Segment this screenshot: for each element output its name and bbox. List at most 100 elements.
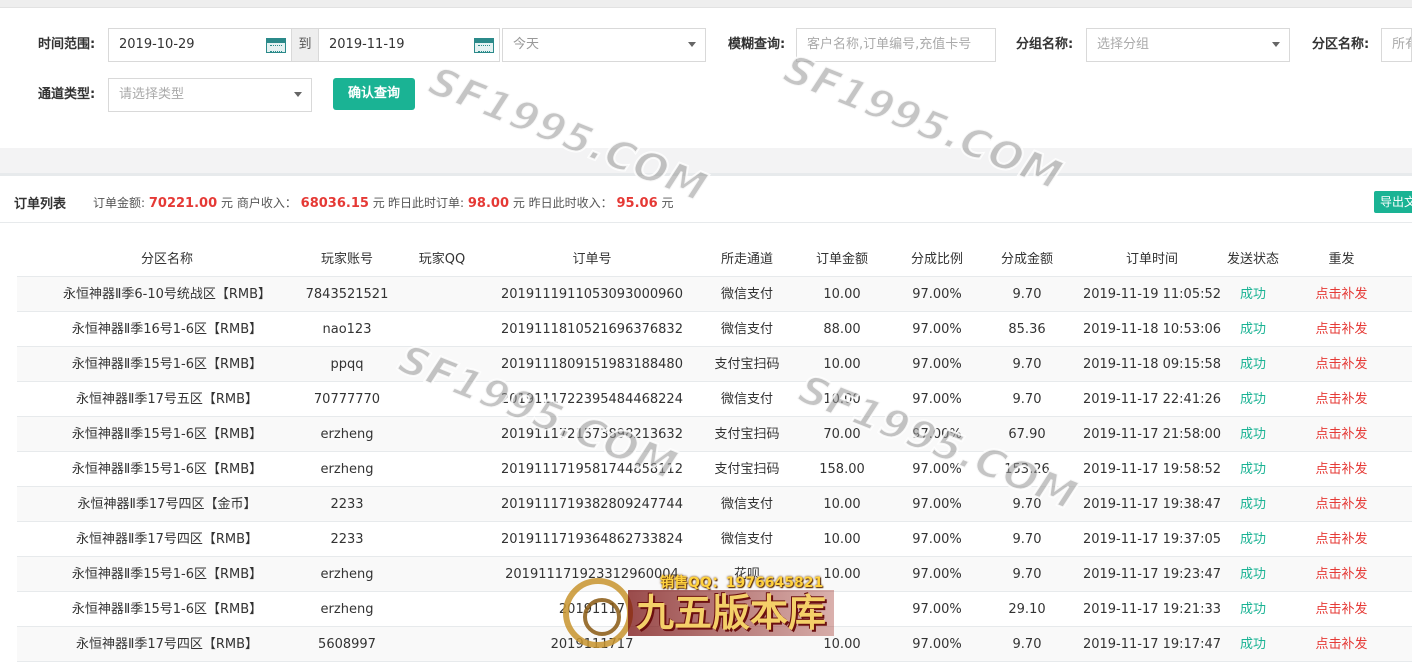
export-button[interactable]: 导出文: [1374, 191, 1412, 213]
zone-select[interactable]: 所有: [1381, 28, 1412, 62]
group-placeholder: 选择分组: [1097, 37, 1150, 52]
col-header-qq[interactable]: 玩家QQ: [397, 242, 487, 277]
cell-qq: [397, 417, 487, 452]
cell-status: 成功: [1239, 567, 1266, 582]
unit-label: 元: [512, 196, 525, 210]
col-header-zone[interactable]: 分区名称: [17, 242, 317, 277]
col-header-channel[interactable]: 所走通道: [697, 242, 797, 277]
cell-qq: [397, 452, 487, 487]
cell-order-no: 2019111722395484468224: [501, 392, 683, 407]
cell-status: 成功: [1239, 532, 1266, 547]
date-preset-value: 今天: [513, 37, 540, 52]
merchant-income-label: 商户收入：: [236, 196, 297, 210]
order-amount-value: 70221.00: [148, 196, 218, 211]
cell-zone: 永恒神器Ⅱ季17号四区【RMB】: [75, 532, 259, 547]
cell-time: 2019-11-17 19:17:47: [1082, 637, 1222, 652]
calendar-icon[interactable]: [266, 38, 286, 53]
fuzzy-search-label: 模糊查询:: [728, 37, 786, 52]
filter-panel: 时间范围: 2019-10-29 到 2019-11-19 今天 模糊查询: 客…: [0, 8, 1412, 148]
cell-account: 2233: [330, 497, 364, 512]
yesterday-summary: 昨日此时订单: 98.00 元 昨日此时收入： 95.06 元: [388, 194, 673, 211]
yesterday-orders-label: 昨日此时订单:: [388, 196, 465, 210]
col-header-time[interactable]: 订单时间: [1067, 242, 1237, 277]
table-row: 永恒神器Ⅱ季17号四区【金币】 2233 201911171938280924774…: [17, 487, 1412, 522]
cell-resend[interactable]: 点击补发: [1289, 382, 1394, 417]
unit-label: 元: [661, 196, 674, 210]
date-end-input[interactable]: 2019-11-19: [318, 28, 500, 62]
col-header-ratio[interactable]: 分成比例: [887, 242, 987, 277]
cell-amount: 10.00: [823, 287, 861, 302]
confirm-query-button[interactable]: 确认查询: [333, 78, 415, 110]
cell-amount: 70.00: [823, 427, 861, 442]
cell-share: 67.90: [1008, 427, 1046, 442]
cell-ratio: 97.00%: [912, 427, 962, 442]
cell-resend[interactable]: 点击补发: [1289, 592, 1394, 627]
cell-resend[interactable]: 点击补发: [1289, 627, 1394, 662]
cell-order-no: 2019111911053093000960: [501, 287, 683, 302]
col-header-resend[interactable]: 重发: [1289, 242, 1394, 277]
yesterday-orders-value: 98.00: [467, 196, 509, 211]
cell-ratio: 97.00%: [912, 567, 962, 582]
cell-zone: 永恒神器Ⅱ季15号1-6区【RMB】: [71, 357, 263, 372]
cell-time: 2019-11-17 21:58:00: [1082, 427, 1222, 442]
chevron-down-icon: [1272, 42, 1280, 47]
cell-order-no: 2019111719581744858112: [501, 462, 683, 477]
cell-ratio: 97.00%: [912, 497, 962, 512]
order-summary: 订单金额: 70221.00 元 商户收入： 68036.15 元: [93, 194, 385, 211]
fuzzy-search-input[interactable]: 客户名称,订单编号,充值卡号: [796, 28, 996, 62]
cell-qq: [397, 312, 487, 347]
cell-resend[interactable]: 点击补发: [1289, 557, 1394, 592]
cell-channel: 支付宝扫码: [714, 462, 780, 477]
table-row: 永恒神器Ⅱ季6-10号统战区【RMB】 7843521521 20191119110…: [17, 277, 1412, 312]
cell-time: 2019-11-17 19:37:05: [1082, 532, 1222, 547]
cell-resend[interactable]: 点击补发: [1289, 312, 1394, 347]
cell-share: 9.70: [1012, 287, 1042, 302]
cell-amount: 10.00: [823, 532, 861, 547]
calendar-icon[interactable]: [474, 38, 494, 53]
col-header-status[interactable]: 发送状态: [1217, 242, 1289, 277]
cell-resend[interactable]: 点击补发: [1289, 452, 1394, 487]
date-start-value: 2019-10-29: [119, 37, 195, 52]
group-select[interactable]: 选择分组: [1086, 28, 1290, 62]
cell-zone: 永恒神器Ⅱ季15号1-6区【RMB】: [71, 602, 263, 617]
col-header-order-no[interactable]: 订单号: [487, 242, 697, 277]
table-row: 永恒神器Ⅱ季17号四区【RMB】 2233 20191117193648627338…: [17, 522, 1412, 557]
yesterday-income-value: 95.06: [616, 196, 658, 211]
col-header-amount[interactable]: 订单金额: [797, 242, 887, 277]
date-preset-select[interactable]: 今天: [502, 28, 706, 62]
unit-label: 元: [372, 196, 385, 210]
cell-resend[interactable]: 点击补发: [1289, 487, 1394, 522]
cell-zone: 永恒神器Ⅱ季17号五区【RMB】: [75, 392, 259, 407]
table-row: 永恒神器Ⅱ季15号1-6区【RMB】 erzheng 201911171958174…: [17, 452, 1412, 487]
cell-order-no: 2019111719382809247744: [501, 497, 683, 512]
cell-account: 5608997: [318, 637, 376, 652]
brand-logo: 九五版本库: [628, 590, 835, 636]
col-header-share[interactable]: 分成金额: [987, 242, 1067, 277]
cell-resend[interactable]: 点击补发: [1289, 347, 1394, 382]
cell-status: 成功: [1239, 602, 1266, 617]
order-list-title: 订单列表: [14, 197, 67, 212]
cell-ratio: 97.00%: [912, 287, 962, 302]
cell-account: ppqq: [330, 357, 364, 372]
cell-resend[interactable]: 点击补发: [1289, 522, 1394, 557]
cell-resend[interactable]: 点击补发: [1289, 277, 1394, 312]
cell-time: 2019-11-18 09:15:58: [1082, 357, 1222, 372]
to-separator: 到: [292, 28, 318, 62]
cell-channel: 微信支付: [720, 497, 773, 512]
group-label: 分组名称:: [1016, 37, 1074, 52]
cell-amount: 10.00: [823, 392, 861, 407]
date-start-input[interactable]: 2019-10-29: [108, 28, 292, 62]
table-row: 永恒神器Ⅱ季17号五区【RMB】 70777770 2019111722395484…: [17, 382, 1412, 417]
cell-time: 2019-11-17 19:23:47: [1082, 567, 1222, 582]
cell-channel: 微信支付: [720, 392, 773, 407]
cell-time: 2019-11-17 19:38:47: [1082, 497, 1222, 512]
zone-label: 分区名称:: [1312, 37, 1370, 52]
cell-resend[interactable]: 点击补发: [1289, 417, 1394, 452]
col-header-account[interactable]: 玩家账号: [297, 242, 397, 277]
cell-share: 9.70: [1012, 532, 1042, 547]
cell-time: 2019-11-17 19:21:33: [1082, 602, 1222, 617]
cell-zone: 永恒神器Ⅱ季15号1-6区【RMB】: [71, 462, 263, 477]
cell-share: 153.26: [1004, 462, 1050, 477]
channel-type-select[interactable]: 请选择类型: [108, 78, 312, 112]
cell-status: 成功: [1239, 322, 1266, 337]
